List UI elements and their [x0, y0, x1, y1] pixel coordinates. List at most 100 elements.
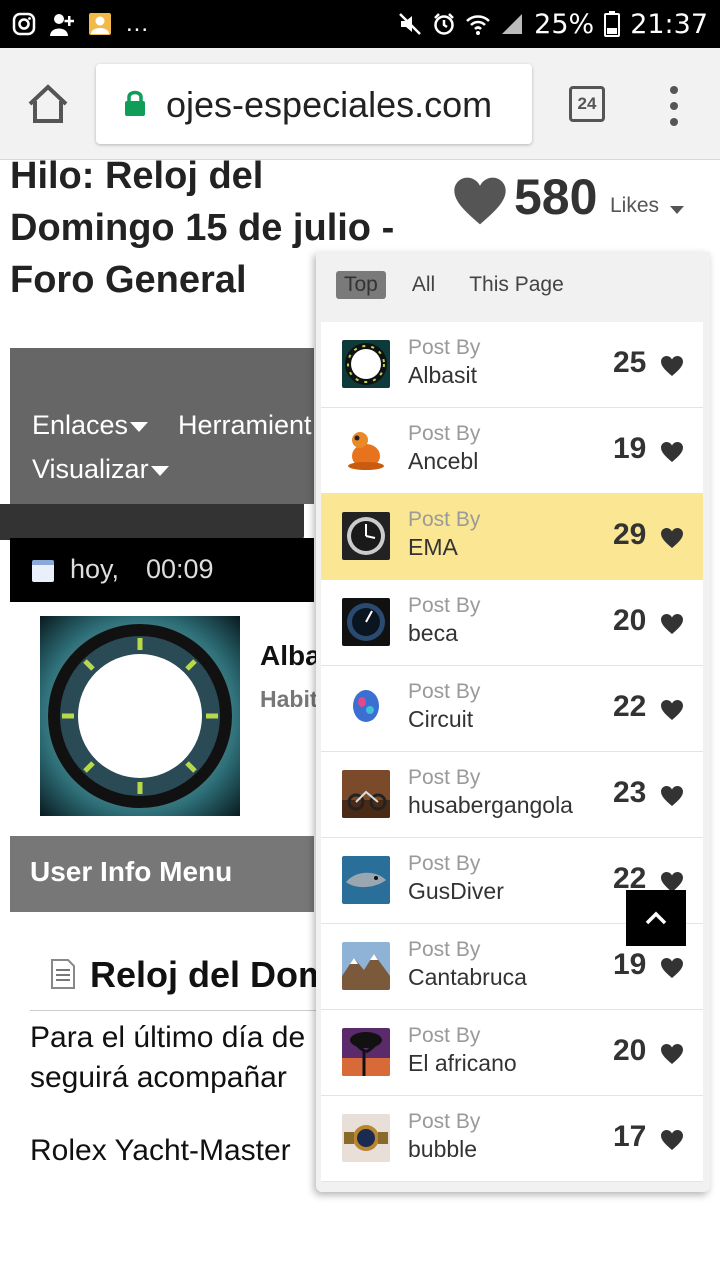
post-by-label: Post By [408, 1024, 481, 1047]
alarm-icon [434, 13, 455, 35]
battery-icon [604, 11, 621, 37]
list-item[interactable]: Post By husabergangola 23 [321, 752, 703, 838]
status-bar: ... 25% 21:37 [0, 0, 720, 48]
tab-this-page[interactable]: This Page [461, 271, 572, 299]
author-avatar[interactable] [40, 616, 240, 816]
list-item[interactable]: Post By beca 20 [321, 580, 703, 666]
user-avatar [342, 1028, 390, 1076]
post-by-label: Post By [408, 852, 481, 875]
user-avatar [342, 770, 390, 818]
likes-dropdown: Top All This Page Post By Albasit 25 Pos… [316, 252, 710, 1192]
user-name[interactable]: GusDiver [408, 878, 504, 905]
instagram-icon [12, 12, 36, 36]
likes-tabs: Top All This Page [336, 270, 572, 300]
back-to-top-button[interactable] [626, 890, 686, 946]
like-count: 19 [613, 432, 647, 465]
list-item[interactable]: Post By bubble 17 [321, 1096, 703, 1182]
nav-view-menu[interactable]: Visualizar [32, 454, 169, 485]
forum-nav-menu: Enlaces Herramient Visualizar [10, 348, 314, 504]
screen: ... 25% 21:37 ojes-especiales.com 24 Hil… [0, 0, 720, 1280]
browser-toolbar: ojes-especiales.com 24 [0, 48, 720, 160]
chevron-up-icon [645, 911, 667, 925]
document-icon [51, 959, 75, 989]
nav-links-label: Enlaces [32, 410, 129, 440]
user-name[interactable]: Cantabruca [408, 964, 527, 991]
heart-icon [661, 1044, 683, 1064]
heart-icon [661, 614, 683, 634]
post-date-bar: hoy, 00:09 [10, 538, 314, 602]
wifi-icon [466, 15, 491, 35]
user-name[interactable]: Ancebl [408, 448, 478, 475]
heart-icon [661, 958, 683, 978]
nav-tools-menu[interactable]: Herramient [178, 410, 312, 441]
tab-all[interactable]: All [404, 271, 443, 299]
list-item[interactable]: Post By EMA 29 [321, 494, 703, 580]
post-by-label: Post By [408, 766, 481, 789]
likes-toggle[interactable]: 580 Likes [432, 160, 720, 252]
home-icon[interactable] [26, 84, 70, 124]
user-avatar [342, 684, 390, 732]
like-count: 20 [613, 604, 647, 637]
list-item[interactable]: Post By El africano 20 [321, 1010, 703, 1096]
like-count: 17 [613, 1120, 647, 1153]
heart-icon [661, 786, 683, 806]
list-item[interactable]: Post By Ancebl 19 [321, 408, 703, 494]
post-by-label: Post By [408, 1110, 481, 1133]
like-count: 29 [613, 518, 647, 551]
contact-card-icon [89, 13, 111, 35]
divider [30, 1010, 320, 1011]
user-name[interactable]: bubble [408, 1136, 477, 1163]
like-count: 19 [613, 948, 647, 981]
tab-switcher-button[interactable]: 24 [569, 86, 605, 122]
user-name[interactable]: EMA [408, 534, 458, 561]
like-count: 23 [613, 776, 647, 809]
calendar-icon [32, 560, 54, 582]
like-count: 25 [613, 346, 647, 379]
user-info-menu[interactable]: User Info Menu [10, 836, 314, 912]
list-item[interactable]: Post By Albasit 25 [321, 322, 703, 408]
list-item[interactable]: Post By Circuit 22 [321, 666, 703, 752]
heart-icon [661, 442, 683, 462]
user-name[interactable]: husabergangola [408, 792, 573, 819]
post-body-text: Rolex Yacht-Master [30, 1134, 291, 1167]
url-text: ojes-especiales.com [166, 84, 493, 125]
like-count: 20 [613, 1034, 647, 1067]
divider [0, 504, 304, 540]
post-by-label: Post By [408, 336, 481, 359]
post-body-text: Para el último día de seguirá acompañar [30, 1018, 320, 1098]
post-line-2: seguirá acompañar [30, 1061, 287, 1094]
mute-icon [399, 13, 422, 35]
user-name[interactable]: Circuit [408, 706, 473, 733]
heart-icon [661, 700, 683, 720]
chevron-down-icon [670, 206, 684, 214]
author-rank: Habit [260, 686, 318, 712]
author-name[interactable]: Alba [260, 640, 321, 672]
user-avatar [342, 426, 390, 474]
post-by-label: Post By [408, 508, 481, 531]
user-name[interactable]: El africano [408, 1050, 517, 1077]
tab-top[interactable]: Top [336, 271, 386, 299]
add-contact-icon [50, 14, 74, 36]
like-count: 22 [613, 690, 647, 723]
user-name[interactable]: beca [408, 620, 458, 647]
nav-view-label: Visualizar [32, 454, 149, 484]
heart-icon [454, 177, 506, 225]
post-by-label: Post By [408, 422, 481, 445]
heart-icon [661, 528, 683, 548]
likes-list: Post By Albasit 25 Post By Ancebl 19 Pos… [321, 322, 703, 1182]
heart-icon [661, 356, 683, 376]
lock-icon [125, 90, 145, 116]
nav-links-menu[interactable]: Enlaces [32, 410, 149, 441]
user-name[interactable]: Albasit [408, 362, 477, 389]
clock-time: 21:37 [630, 8, 708, 40]
user-avatar [342, 1114, 390, 1162]
post-by-label: Post By [408, 594, 481, 617]
user-avatar [342, 340, 390, 388]
heart-icon [661, 1130, 683, 1150]
likes-label: Likes [610, 194, 660, 217]
address-bar[interactable]: ojes-especiales.com [96, 64, 532, 144]
chevron-down-icon [150, 465, 169, 476]
user-avatar [342, 856, 390, 904]
overflow-menu-icon[interactable] [666, 86, 682, 126]
user-avatar [342, 942, 390, 990]
